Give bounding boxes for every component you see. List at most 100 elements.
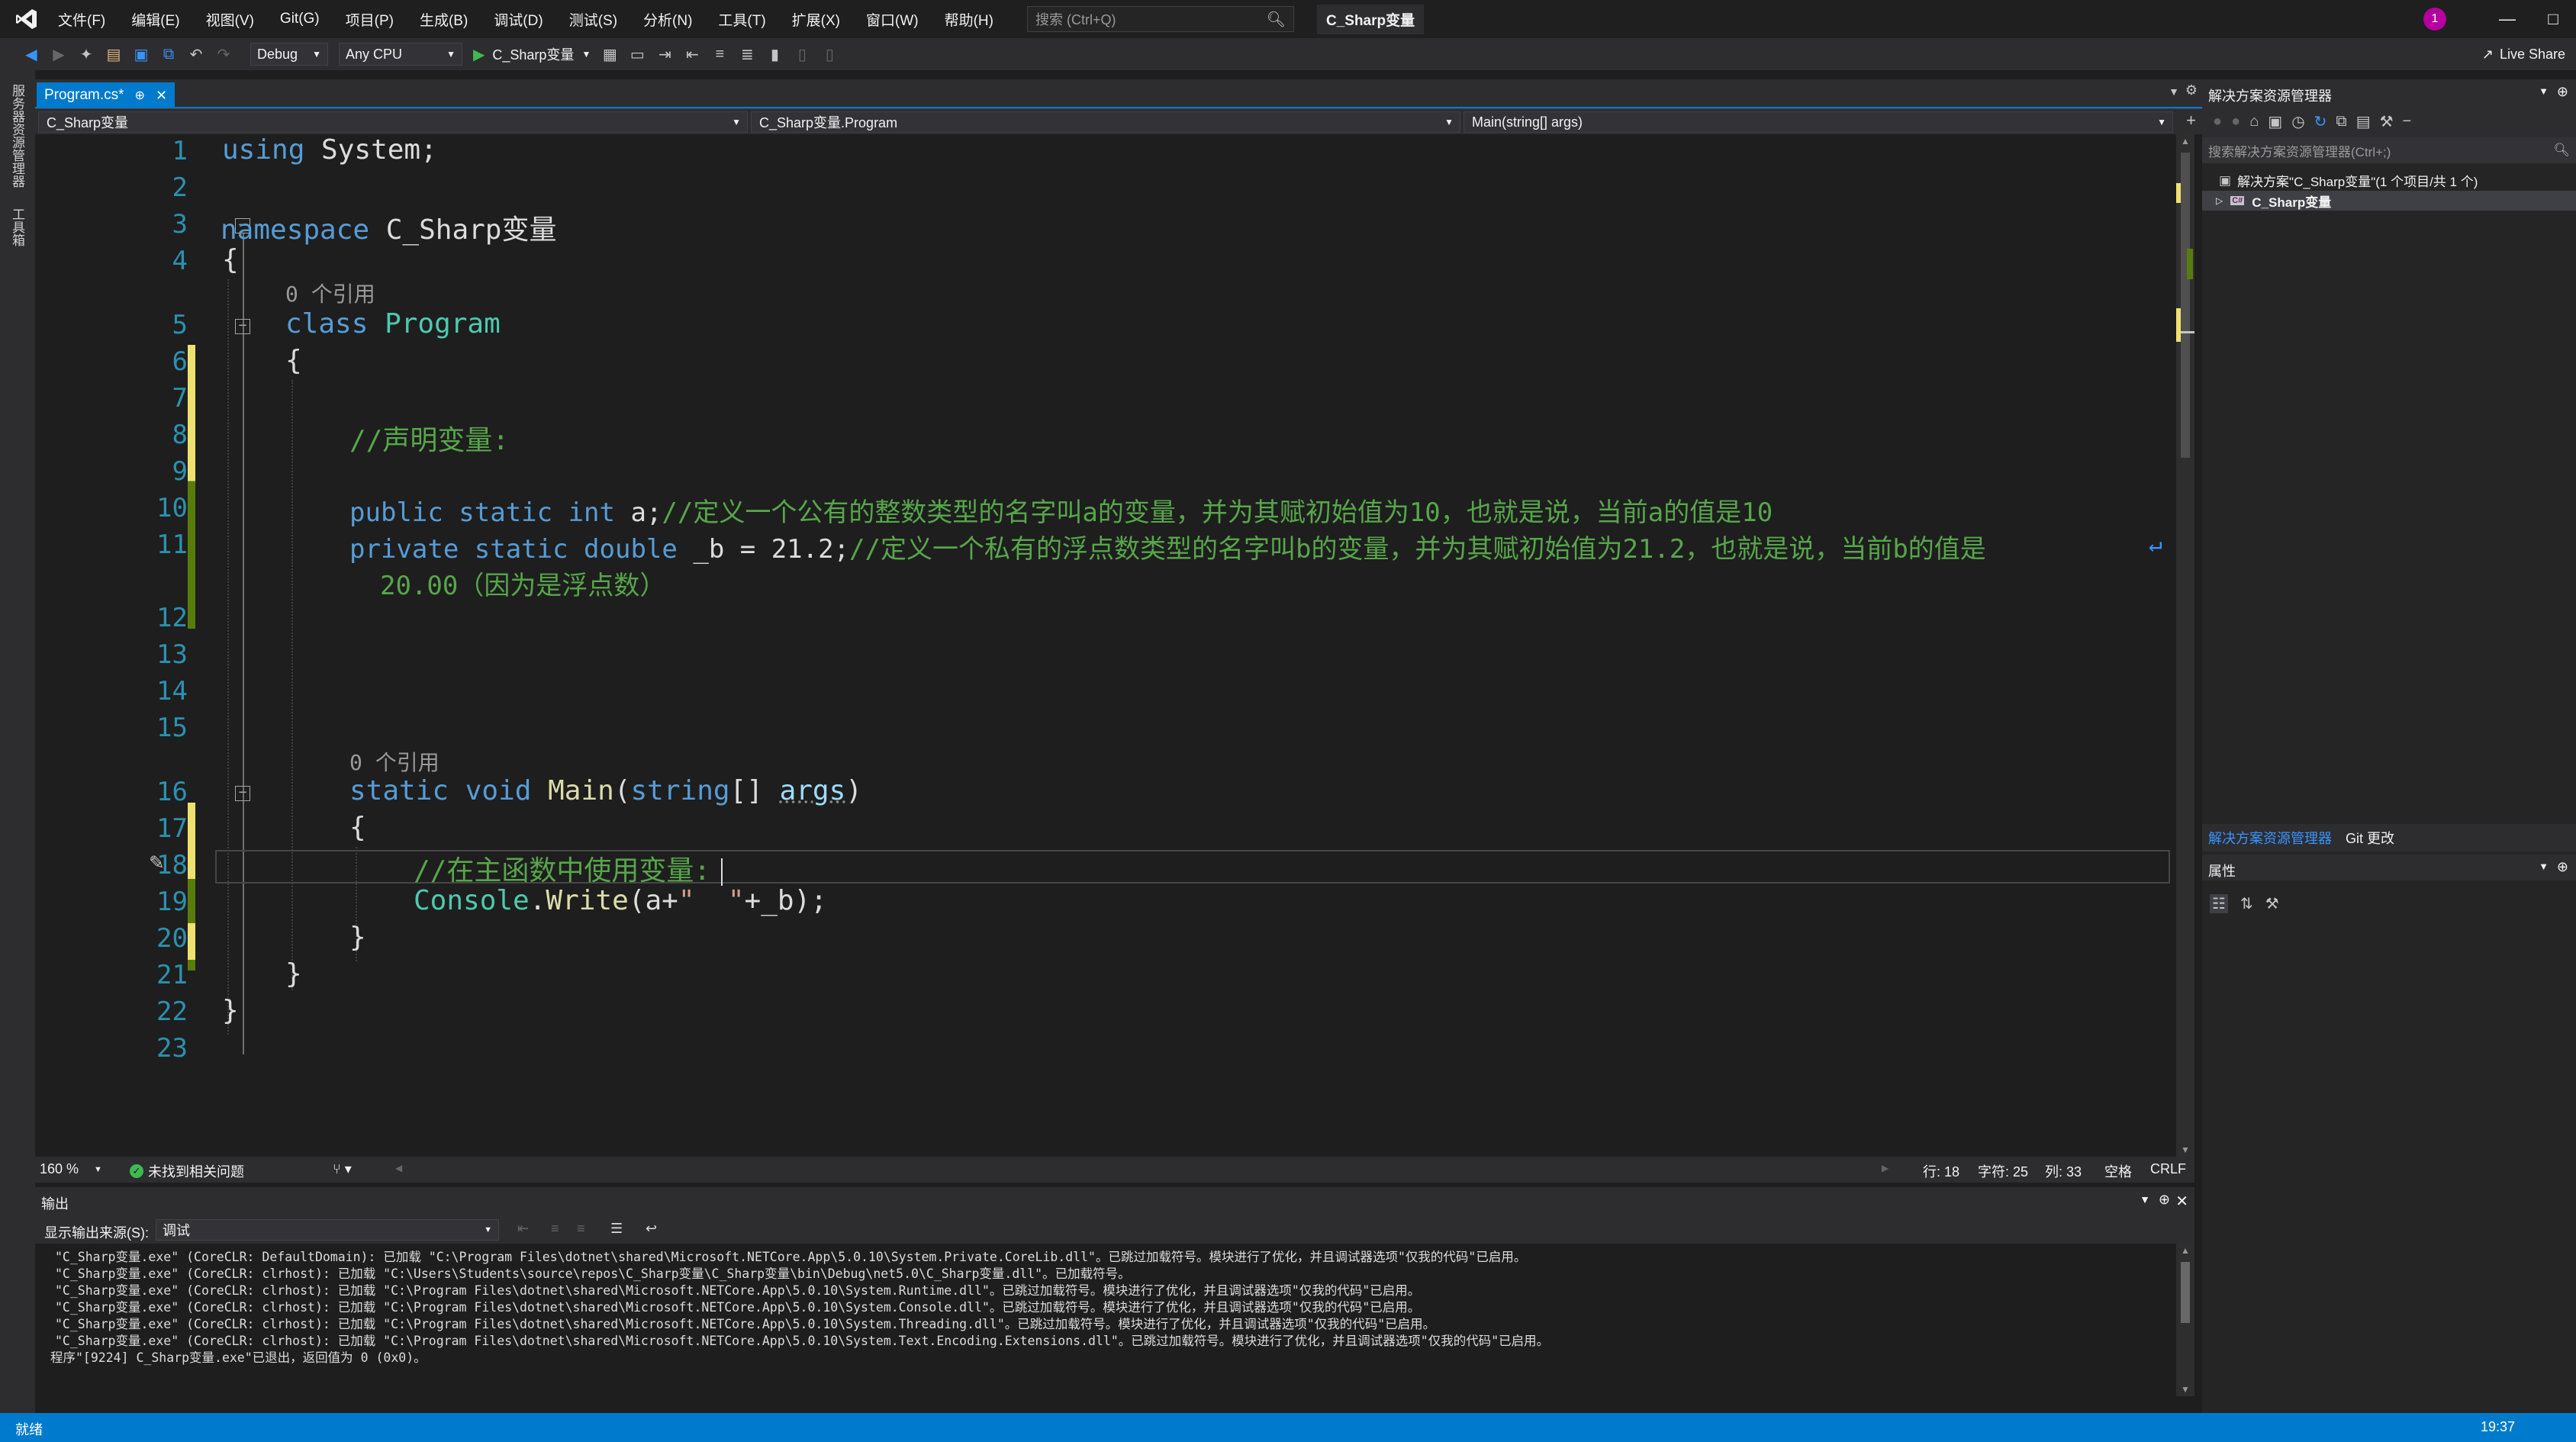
pin-icon[interactable]: ⊕: [135, 88, 145, 103]
avatar[interactable]: 1: [2423, 8, 2446, 31]
browser-icon[interactable]: ▭: [629, 46, 646, 63]
tab-program-cs[interactable]: Program.cs* ⊕ ✕: [37, 82, 175, 108]
split-add-icon[interactable]: +: [2186, 111, 2196, 130]
next-message-icon[interactable]: ≡: [577, 1221, 585, 1237]
tab-solution-explorer[interactable]: 解决方案资源管理器: [2208, 828, 2332, 848]
properties-icon[interactable]: ⚒: [2380, 112, 2394, 131]
search-box[interactable]: 搜索 (Ctrl+Q) 🔍︎: [1026, 6, 1294, 32]
bookmark-icon[interactable]: ▮: [766, 46, 783, 63]
menu-debug[interactable]: 调试(D): [494, 9, 543, 30]
forward-icon[interactable]: ●: [2231, 113, 2240, 130]
project-nav-dropdown[interactable]: C_Sharp变量 ▼: [38, 111, 748, 133]
forward-icon[interactable]: ▶: [50, 46, 67, 63]
zoom-dropdown[interactable]: 160 % ▼: [40, 1161, 102, 1177]
output-text-area[interactable]: "C_Sharp变量.exe" (CoreCLR: DefaultDomain)…: [35, 1244, 2172, 1408]
tab-dropdown-icon[interactable]: ▼: [2169, 85, 2179, 98]
pin-icon[interactable]: ⊕: [2557, 859, 2568, 875]
open-folder-icon[interactable]: ▤: [105, 46, 122, 63]
home-icon[interactable]: ⌂: [2249, 113, 2259, 130]
server-explorer-tab[interactable]: 服务器资源管理器: [8, 84, 27, 188]
step-out-icon[interactable]: ⇤: [684, 46, 700, 63]
menu-project[interactable]: 项目(P): [346, 9, 394, 30]
switch-view-icon[interactable]: ▣: [2268, 112, 2282, 131]
quick-actions-icon[interactable]: ✎: [150, 848, 163, 875]
property-pages-icon[interactable]: ⚒: [2265, 894, 2279, 913]
code-editor[interactable]: 1 2 3 4 5 6 7 8 9 10 11 12 13 14 15 16 1…: [35, 134, 2176, 1157]
back-icon[interactable]: ●: [2213, 113, 2222, 130]
close-icon[interactable]: ✕: [156, 88, 167, 104]
live-share-button[interactable]: ↗ Live Share: [2482, 47, 2565, 63]
git-branch-icon[interactable]: ⑂ ▾: [333, 1161, 352, 1177]
collapse-all-icon[interactable]: ⧉: [2336, 113, 2346, 130]
prev-message-icon[interactable]: ≡: [551, 1221, 559, 1237]
solution-node[interactable]: ▣ 解决方案"C_Sharp变量"(1 个项目/共 1 个): [2219, 171, 2478, 190]
menu-git[interactable]: Git(G): [280, 11, 320, 27]
history-icon[interactable]: ◷: [2291, 112, 2304, 131]
pin-icon[interactable]: ⊕: [2159, 1192, 2170, 1208]
menu-analyze[interactable]: 分析(N): [643, 9, 692, 30]
line-number: 6: [172, 346, 188, 377]
save-all-icon[interactable]: ⧉: [160, 46, 177, 63]
editor-scrollbar[interactable]: ▲ ▼: [2176, 134, 2194, 1157]
gear-icon[interactable]: ⚙: [2185, 82, 2198, 98]
hscroll-left-icon[interactable]: ◀: [395, 1163, 402, 1173]
line-ending[interactable]: CRLF: [2150, 1161, 2186, 1177]
refresh-icon[interactable]: ↻: [2314, 112, 2327, 131]
panel-menu-icon[interactable]: ▼: [2539, 85, 2549, 97]
menu-help[interactable]: 帮助(H): [945, 9, 993, 30]
codelens-references[interactable]: 0 个引用: [349, 746, 440, 777]
scroll-thumb[interactable]: [2181, 153, 2190, 458]
save-icon[interactable]: ▣: [133, 46, 150, 63]
categorized-icon[interactable]: ☷: [2210, 893, 2228, 913]
output-menu-icon[interactable]: ▼: [2140, 1193, 2150, 1205]
menu-view[interactable]: 视图(V): [206, 9, 254, 30]
panel-menu-icon[interactable]: ▼: [2539, 861, 2549, 872]
attach-icon[interactable]: ▦: [601, 46, 618, 63]
undo-icon[interactable]: ↶: [188, 46, 204, 63]
show-files-icon[interactable]: ▤: [2356, 112, 2371, 131]
member-nav-dropdown[interactable]: Main(string[] args) ▼: [1463, 111, 2173, 133]
class-nav-dropdown[interactable]: C_Sharp变量.Program ▼: [751, 111, 1460, 133]
solution-search-box[interactable]: 搜索解决方案资源管理器(Ctrl+;) 🔍︎: [2202, 137, 2576, 163]
back-icon[interactable]: ◀: [23, 46, 40, 63]
tab-git-changes[interactable]: Git 更改: [2346, 828, 2394, 848]
close-icon[interactable]: ✕: [2175, 1192, 2188, 1211]
expand-icon[interactable]: ▷: [2216, 195, 2223, 206]
new-project-icon[interactable]: ✦: [78, 46, 95, 63]
menu-tools[interactable]: 工具(T): [718, 9, 765, 30]
whitespace-mode[interactable]: 空格: [2104, 1161, 2132, 1181]
step-icon[interactable]: ⇥: [656, 46, 673, 63]
pin-icon[interactable]: ⊕: [2557, 84, 2568, 100]
word-wrap-toggle-icon[interactable]: ↩: [646, 1221, 657, 1237]
find-message-icon[interactable]: ⇤: [517, 1221, 529, 1237]
menu-build[interactable]: 生成(B): [420, 9, 468, 30]
preview-icon[interactable]: −: [2403, 113, 2412, 130]
platform-dropdown[interactable]: Any CPU ▼: [339, 43, 462, 66]
indent-icon[interactable]: ≡: [711, 46, 728, 63]
toolbox-tab[interactable]: 工具箱: [8, 208, 27, 246]
hscroll-right-icon[interactable]: ▶: [1882, 1163, 1889, 1173]
menu-file[interactable]: 文件(F): [58, 9, 105, 30]
alphabetical-icon[interactable]: ⇅: [2240, 894, 2253, 913]
scroll-down-icon[interactable]: ▼: [2181, 1144, 2190, 1155]
menu-edit[interactable]: 编辑(E): [131, 9, 179, 30]
output-scrollbar[interactable]: ▲ ▼: [2176, 1244, 2194, 1396]
config-dropdown[interactable]: Debug ▼: [250, 43, 328, 66]
scroll-up-icon[interactable]: ▲: [2181, 136, 2190, 146]
codelens-references[interactable]: 0 个引用: [285, 278, 375, 308]
issues-indicator[interactable]: ✓ 未找到相关问题: [130, 1161, 244, 1181]
clear-all-icon[interactable]: ☰: [610, 1221, 623, 1237]
output-source-dropdown[interactable]: 调试 ▼: [156, 1219, 499, 1241]
project-node[interactable]: ▷ C# C_Sharp变量: [2202, 191, 2576, 211]
redo-icon[interactable]: ↷: [215, 46, 232, 63]
menu-extensions[interactable]: 扩展(X): [792, 9, 840, 30]
prev-bookmark-icon[interactable]: ▯: [794, 46, 810, 63]
outdent-icon[interactable]: ≣: [739, 46, 755, 63]
run-button[interactable]: ▶ C_Sharp变量 ▼: [473, 44, 591, 64]
next-bookmark-icon[interactable]: ▯: [821, 46, 838, 63]
minimize-icon[interactable]: —: [2484, 9, 2530, 29]
menu-test[interactable]: 测试(S): [569, 9, 617, 30]
scroll-thumb[interactable]: [2181, 1262, 2190, 1323]
menu-window[interactable]: 窗口(W): [866, 9, 919, 30]
maximize-icon[interactable]: □: [2530, 9, 2576, 29]
